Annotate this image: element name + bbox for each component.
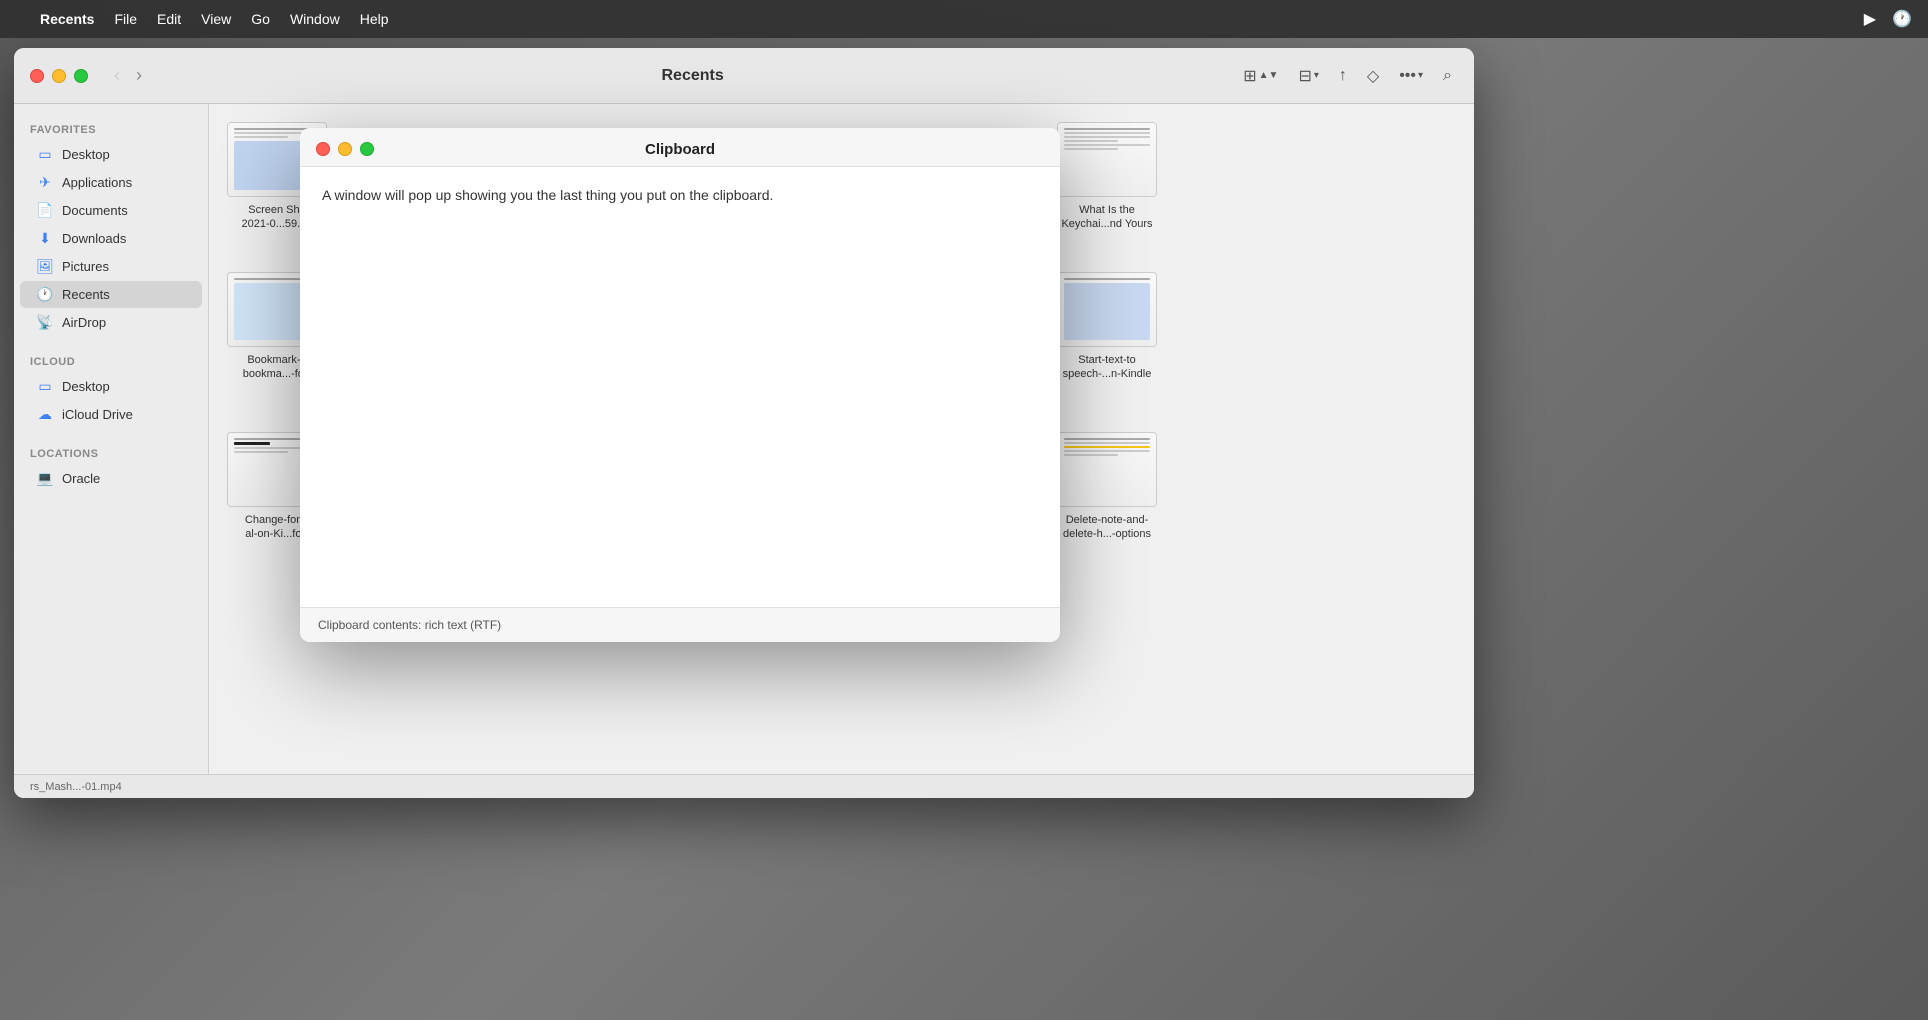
- sidebar-recents-label: Recents: [62, 287, 110, 302]
- finder-statusbar: rs_Mash...-01.mp4: [14, 774, 1474, 798]
- clipboard-contents-label: Clipboard contents: rich text (RTF): [318, 618, 501, 632]
- close-button[interactable]: [30, 69, 44, 83]
- more-chevron-icon: ▾: [1418, 70, 1423, 81]
- dialog-minimize-button[interactable]: [338, 142, 352, 156]
- share-icon: ↑: [1339, 67, 1347, 85]
- icloud-desktop-icon: ▭: [36, 378, 54, 395]
- menu-finder[interactable]: Recents: [40, 11, 94, 27]
- desktop-icon: ▭: [36, 146, 54, 163]
- sidebar-applications-label: Applications: [62, 175, 132, 190]
- file-item[interactable]: What Is theKeychai...nd Yours: [1049, 114, 1165, 240]
- search-button[interactable]: ⌕: [1437, 63, 1458, 89]
- dialog-body: A window will pop up showing you the las…: [300, 167, 1060, 607]
- sidebar-item-airdrop[interactable]: 📡 AirDrop: [20, 309, 202, 336]
- forward-button[interactable]: ›: [130, 61, 148, 90]
- more-options-button[interactable]: ••• ▾: [1393, 63, 1429, 89]
- group-view-button[interactable]: ⊟ ▾: [1292, 62, 1324, 90]
- menu-window[interactable]: Window: [290, 11, 340, 27]
- file-name: Delete-note-and-delete-h...-options: [1063, 513, 1151, 542]
- search-icon: ⌕: [1443, 67, 1452, 85]
- sidebar-icloud-drive-label: iCloud Drive: [62, 407, 133, 422]
- view-chevron-icon: ▲▼: [1259, 70, 1279, 81]
- file-thumbnail: [1057, 432, 1157, 507]
- sidebar-item-downloads[interactable]: ⬇ Downloads: [20, 225, 202, 252]
- sidebar-item-pictures[interactable]: 🖼 Pictures: [20, 253, 202, 280]
- sidebar-item-oracle[interactable]: 💻 Oracle: [20, 465, 202, 492]
- sidebar-icloud-desktop-label: Desktop: [62, 379, 110, 394]
- menubar-right-icons: ▶ 🕐: [1864, 9, 1912, 29]
- dialog-close-button[interactable]: [316, 142, 330, 156]
- clipboard-dialog: Clipboard A window will pop up showing y…: [300, 128, 1060, 642]
- clipboard-description: A window will pop up showing you the las…: [322, 187, 773, 203]
- menu-edit[interactable]: Edit: [157, 11, 181, 27]
- toolbar-actions: ⊞ ▲▼ ⊟ ▾ ↑ ◇ ••• ▾ ⌕: [1237, 62, 1458, 90]
- sidebar-item-icloud-desktop[interactable]: ▭ Desktop: [20, 373, 202, 400]
- traffic-lights: [30, 69, 88, 83]
- computer-icon: 💻: [36, 470, 54, 487]
- maximize-button[interactable]: [74, 69, 88, 83]
- menu-go[interactable]: Go: [251, 11, 270, 27]
- sidebar-documents-label: Documents: [62, 203, 128, 218]
- sidebar-downloads-label: Downloads: [62, 231, 126, 246]
- finder-toolbar: ‹ › Recents ⊞ ▲▼ ⊟ ▾ ↑ ◇ ••• ▾: [14, 48, 1474, 104]
- favorites-label: Favorites: [14, 116, 208, 140]
- file-name: Start-text-tospeech-...n-Kindle: [1063, 353, 1152, 382]
- group-chevron-icon: ▾: [1314, 70, 1319, 81]
- icon-view-button[interactable]: ⊞ ▲▼: [1237, 62, 1284, 90]
- minimize-button[interactable]: [52, 69, 66, 83]
- sidebar-item-icloud-drive[interactable]: ☁ iCloud Drive: [20, 401, 202, 428]
- icloud-drive-icon: ☁: [36, 406, 54, 423]
- play-icon[interactable]: ▶: [1864, 9, 1876, 29]
- file-name: What Is theKeychai...nd Yours: [1061, 203, 1152, 232]
- time-machine-icon[interactable]: 🕐: [1892, 9, 1912, 29]
- sidebar-item-documents[interactable]: 📄 Documents: [20, 197, 202, 224]
- tag-button[interactable]: ◇: [1361, 62, 1385, 90]
- pictures-icon: 🖼: [36, 258, 54, 275]
- sidebar-airdrop-label: AirDrop: [62, 315, 106, 330]
- icloud-label: iCloud: [14, 348, 208, 372]
- downloads-icon: ⬇: [36, 230, 54, 247]
- dialog-maximize-button[interactable]: [360, 142, 374, 156]
- dialog-traffic-lights: [316, 142, 374, 156]
- menu-file[interactable]: File: [114, 11, 137, 27]
- toolbar-nav: ‹ ›: [108, 61, 148, 90]
- dialog-footer: Clipboard contents: rich text (RTF): [300, 607, 1060, 642]
- sidebar-oracle-label: Oracle: [62, 471, 100, 486]
- sidebar-pictures-label: Pictures: [62, 259, 109, 274]
- sidebar-desktop-label: Desktop: [62, 147, 110, 162]
- locations-label: Locations: [14, 440, 208, 464]
- file-item[interactable]: Start-text-tospeech-...n-Kindle: [1049, 264, 1165, 390]
- documents-icon: 📄: [36, 202, 54, 219]
- menubar: Recents File Edit View Go Window Help ▶ …: [0, 0, 1928, 38]
- dialog-titlebar: Clipboard: [300, 128, 1060, 167]
- dialog-title: Clipboard: [645, 141, 715, 158]
- file-item[interactable]: Delete-note-and-delete-h...-options: [1049, 424, 1165, 550]
- video-file-label: rs_Mash...-01.mp4: [30, 781, 122, 793]
- sidebar-item-recents[interactable]: 🕐 Recents: [20, 281, 202, 308]
- recents-icon: 🕐: [36, 286, 54, 303]
- applications-icon: ✈: [36, 174, 54, 191]
- share-button[interactable]: ↑: [1333, 63, 1353, 89]
- menu-view[interactable]: View: [201, 11, 231, 27]
- file-thumbnail: [1057, 122, 1157, 197]
- airdrop-icon: 📡: [36, 314, 54, 331]
- grid-view-icon: ⊞: [1243, 66, 1256, 86]
- menu-help[interactable]: Help: [360, 11, 389, 27]
- sidebar: Favorites ▭ Desktop ✈ Applications 📄 Doc…: [14, 104, 209, 774]
- file-thumbnail: [1057, 272, 1157, 347]
- toolbar-title: Recents: [160, 67, 1225, 85]
- ellipsis-icon: •••: [1399, 67, 1416, 85]
- tag-icon: ◇: [1367, 66, 1379, 86]
- back-button[interactable]: ‹: [108, 61, 126, 90]
- sidebar-item-desktop[interactable]: ▭ Desktop: [20, 141, 202, 168]
- group-icon: ⊟: [1298, 66, 1311, 86]
- sidebar-item-applications[interactable]: ✈ Applications: [20, 169, 202, 196]
